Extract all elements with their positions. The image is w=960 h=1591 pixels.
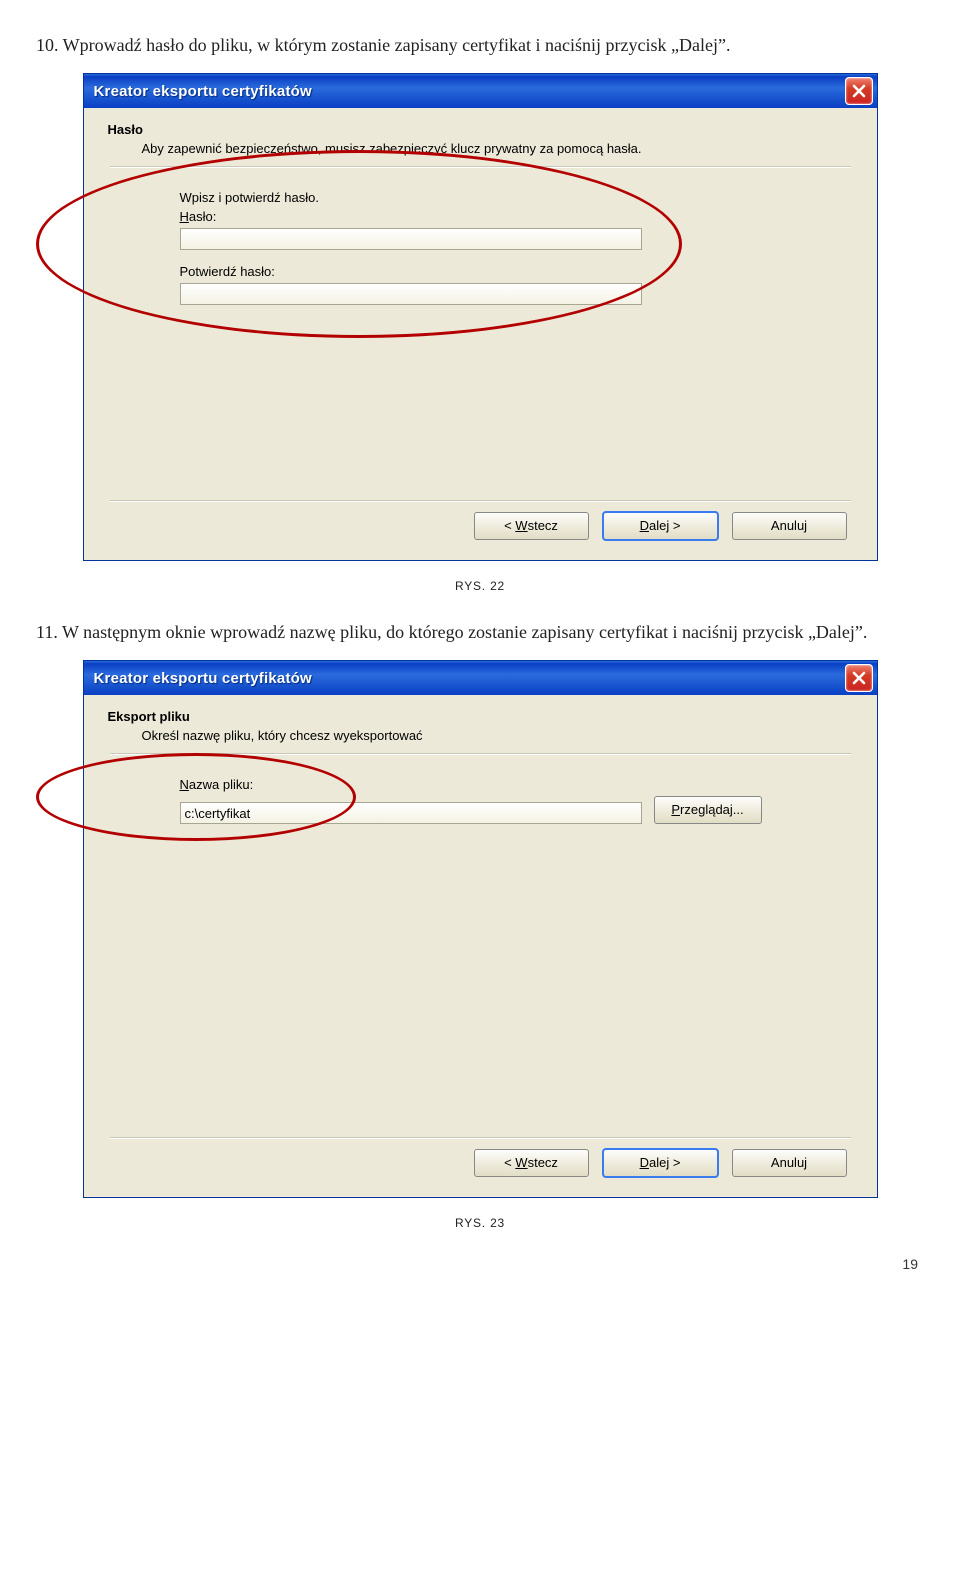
- step10-text: 10. Wprowadź hasło do pliku, w którym zo…: [36, 32, 924, 59]
- dialog-export-file: Kreator eksportu certyfikatów Eksport pl…: [83, 660, 878, 1198]
- back-button[interactable]: < Wstecz: [474, 512, 589, 540]
- intro-label: Wpisz i potwierdź hasło.: [180, 190, 807, 205]
- titlebar: Kreator eksportu certyfikatów: [84, 661, 877, 695]
- step11-text: 11. W następnym oknie wprowadź nazwę pli…: [36, 619, 924, 646]
- next-button[interactable]: Dalej >: [603, 512, 718, 540]
- section-heading: Hasło: [84, 122, 877, 141]
- cancel-button[interactable]: Anuluj: [732, 1149, 847, 1177]
- confirm-password-input[interactable]: [180, 283, 642, 305]
- confirm-label: Potwierdź hasło:: [180, 264, 807, 279]
- filename-input[interactable]: [180, 802, 642, 824]
- window-title: Kreator eksportu certyfikatów: [94, 670, 312, 687]
- password-input[interactable]: [180, 228, 642, 250]
- browse-button[interactable]: Przeglądaj...: [654, 796, 762, 824]
- section-desc: Określ nazwę pliku, który chcesz wyekspo…: [84, 728, 877, 743]
- password-label: Hasło:: [180, 209, 807, 224]
- next-button[interactable]: Dalej >: [603, 1149, 718, 1177]
- cancel-button[interactable]: Anuluj: [732, 512, 847, 540]
- titlebar: Kreator eksportu certyfikatów: [84, 74, 877, 108]
- section-heading: Eksport pliku: [84, 709, 877, 728]
- page-number: 19: [36, 1256, 924, 1272]
- close-icon[interactable]: [845, 77, 873, 105]
- figure-caption-23: RYS. 23: [36, 1216, 924, 1230]
- dialog-password: Kreator eksportu certyfikatów Hasło Aby …: [83, 73, 878, 561]
- section-desc: Aby zapewnić bezpieczeństwo, musisz zabe…: [84, 141, 877, 156]
- filename-label: Nazwa pliku:: [180, 777, 807, 792]
- figure-caption-22: RYS. 22: [36, 579, 924, 593]
- back-button[interactable]: < Wstecz: [474, 1149, 589, 1177]
- close-icon[interactable]: [845, 664, 873, 692]
- window-title: Kreator eksportu certyfikatów: [94, 83, 312, 100]
